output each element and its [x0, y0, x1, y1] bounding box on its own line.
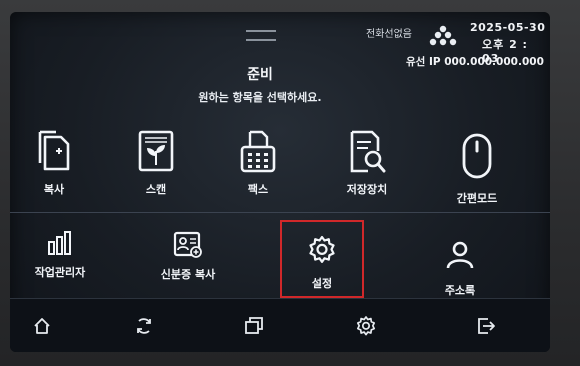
- status-date: 2025-05-30: [470, 21, 546, 34]
- status-bar: 전화선없음 2025-05-30 오후 2 : 03 유선 IP 000.000…: [10, 12, 550, 70]
- id-copy-label: 신분증 복사: [160, 268, 216, 281]
- logout-button[interactable]: [456, 299, 516, 352]
- settings-highlight-box: [280, 220, 364, 298]
- row-divider: [10, 212, 550, 213]
- home-icon: [34, 318, 50, 334]
- page-subtitle: 원하는 항목을 선택하세요.: [198, 91, 322, 104]
- storage-search-icon: [350, 130, 386, 173]
- id-copy-tile[interactable]: 신분증 복사: [150, 230, 226, 282]
- copy-tile[interactable]: 복사: [24, 129, 84, 197]
- page-title: 준비: [247, 67, 273, 83]
- line-status-text: 전화선없음: [366, 29, 412, 40]
- address-book-label: 주소록: [444, 284, 476, 297]
- multitask-button[interactable]: [224, 299, 284, 352]
- bottom-navigation-bar: [10, 298, 550, 352]
- refresh-icon: [137, 318, 151, 334]
- scan-label: 스캔: [145, 183, 167, 196]
- reset-button[interactable]: [114, 299, 174, 352]
- fax-label: 팩스: [247, 183, 269, 196]
- copy-label: 복사: [43, 183, 65, 196]
- fax-tile[interactable]: 팩스: [228, 129, 288, 197]
- network-status-icon: [429, 25, 457, 46]
- copy-icon: [38, 130, 70, 171]
- easy-mode-tile[interactable]: 간편모드: [442, 132, 512, 206]
- pull-down-handle[interactable]: [246, 30, 276, 41]
- home-button[interactable]: [12, 299, 72, 352]
- scan-tile[interactable]: 스캔: [126, 129, 186, 197]
- windows-icon: [245, 317, 263, 334]
- gear-icon: [356, 316, 376, 336]
- easy-mode-label: 간편모드: [456, 192, 498, 205]
- touch-screen: 전화선없음 2025-05-30 오후 2 : 03 유선 IP 000.000…: [10, 12, 550, 352]
- logout-icon: [478, 318, 495, 334]
- storage-label: 저장장치: [346, 183, 388, 196]
- bar-chart-icon: [48, 231, 71, 255]
- person-icon: [446, 241, 474, 269]
- mouse-icon: [462, 133, 492, 179]
- fax-icon: [240, 130, 276, 173]
- job-manager-label: 작업관리자: [34, 266, 86, 279]
- storage-tile[interactable]: 저장장치: [332, 129, 402, 197]
- machine-setup-button[interactable]: [336, 299, 396, 352]
- job-manager-tile[interactable]: 작업관리자: [24, 228, 96, 280]
- scan-icon: [138, 130, 174, 172]
- address-book-tile[interactable]: 주소록: [430, 240, 490, 298]
- id-card-icon: [173, 231, 202, 258]
